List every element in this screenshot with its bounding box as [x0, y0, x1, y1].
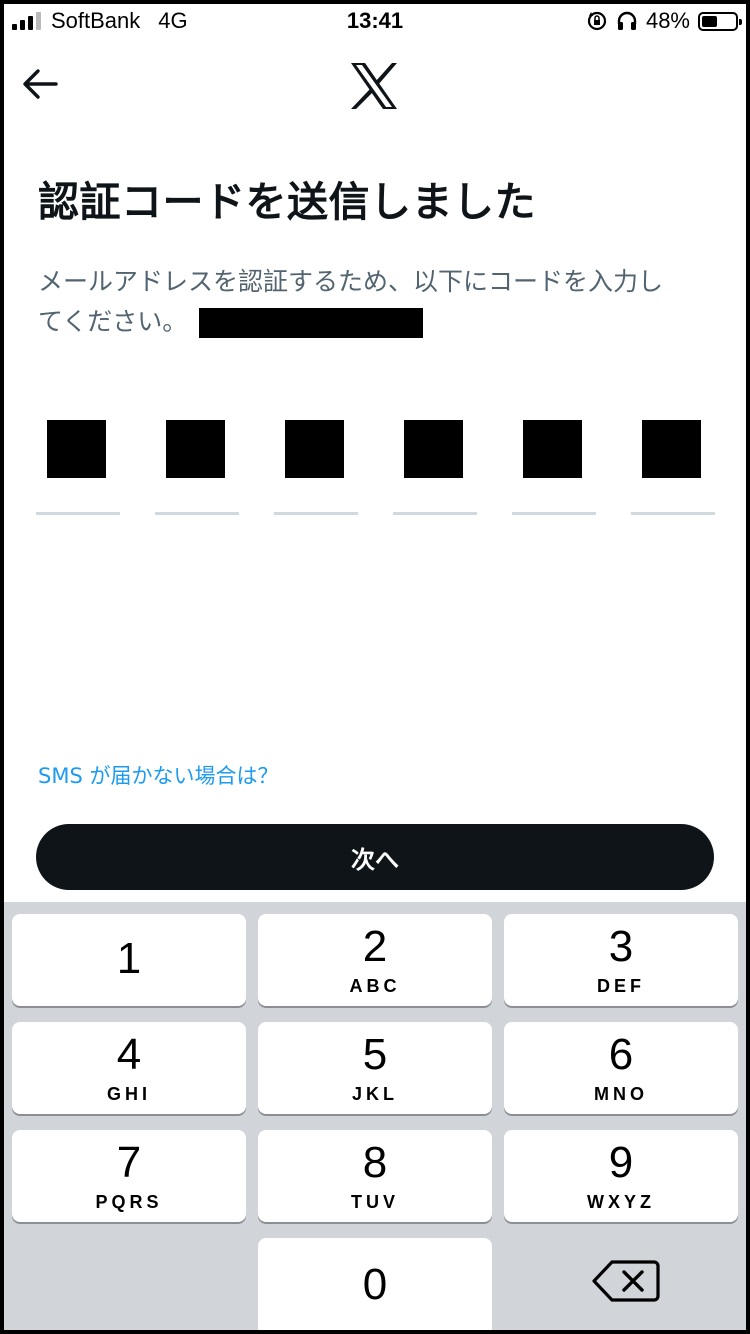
- status-right: 48%: [586, 8, 742, 34]
- code-digit-2[interactable]: [155, 418, 239, 522]
- key-digit: 5: [362, 1030, 388, 1079]
- key-letters: TUV: [351, 1192, 399, 1212]
- key-letters: MNO: [594, 1084, 648, 1104]
- key-6[interactable]: 6 MNO: [504, 1022, 738, 1114]
- key-digit: 4: [116, 1030, 142, 1079]
- digit-underline: [274, 512, 358, 515]
- key-1[interactable]: 1: [12, 914, 246, 1006]
- x-logo-icon: [351, 63, 397, 109]
- status-left: SoftBank 4G: [12, 8, 188, 34]
- code-digit-6[interactable]: [631, 418, 715, 522]
- digit-underline: [393, 512, 477, 515]
- key-digit: 0: [362, 1260, 388, 1309]
- backspace-icon[interactable]: [588, 1256, 664, 1306]
- description-line-2-wrap: てください。: [38, 302, 710, 342]
- headphones-icon: [617, 11, 637, 30]
- key-letters: ABC: [349, 976, 401, 996]
- key-0[interactable]: 0: [258, 1238, 492, 1330]
- redacted-digit: [523, 420, 582, 478]
- redacted-digit: [166, 420, 225, 478]
- network-type: 4G: [158, 8, 188, 33]
- digit-underline: [155, 512, 239, 515]
- verification-code-input[interactable]: [36, 418, 716, 522]
- key-3[interactable]: 3 DEF: [504, 914, 738, 1006]
- code-digit-1[interactable]: [36, 418, 120, 522]
- status-bar: SoftBank 4G 13:41 48%: [4, 4, 746, 40]
- digit-underline: [631, 512, 715, 515]
- description-line-2: てください。: [38, 307, 188, 336]
- key-digit: 8: [362, 1138, 388, 1187]
- header: [4, 40, 746, 130]
- back-button[interactable]: [18, 62, 62, 106]
- orientation-lock-icon: [587, 11, 607, 31]
- redacted-digit: [642, 420, 701, 478]
- redacted-digit: [285, 420, 344, 478]
- device-frame: SoftBank 4G 13:41 48% 認証コードを送信しました メールアド…: [0, 0, 750, 1334]
- key-digit: 7: [116, 1138, 142, 1187]
- redacted-email: [199, 308, 424, 338]
- digit-underline: [36, 512, 120, 515]
- code-digit-4[interactable]: [393, 418, 477, 522]
- back-arrow-icon[interactable]: [18, 62, 62, 106]
- key-digit: 6: [608, 1030, 634, 1079]
- carrier-name: SoftBank: [51, 8, 141, 33]
- key-digit: 3: [608, 922, 634, 971]
- description-line-1: メールアドレスを認証するため、以下にコードを入力し: [38, 267, 664, 296]
- description: メールアドレスを認証するため、以下にコードを入力し てください。: [38, 262, 710, 342]
- next-button[interactable]: 次へ: [36, 824, 714, 890]
- battery-percent: 48%: [645, 8, 690, 33]
- page-title: 認証コードを送信しました: [38, 178, 536, 226]
- key-letters: WXYZ: [587, 1192, 655, 1212]
- key-2[interactable]: 2 ABC: [258, 914, 492, 1006]
- signal-icon: [12, 12, 41, 30]
- redacted-digit: [47, 420, 106, 478]
- key-letters: DEF: [597, 976, 645, 996]
- sms-not-received-link[interactable]: SMS が届かない場合は？: [38, 760, 278, 790]
- battery-icon: [698, 11, 742, 31]
- key-digit: 2: [362, 922, 388, 971]
- code-digit-3[interactable]: [274, 418, 358, 522]
- key-digit: 9: [608, 1138, 634, 1187]
- key-5[interactable]: 5 JKL: [258, 1022, 492, 1114]
- key-8[interactable]: 8 TUV: [258, 1130, 492, 1222]
- key-4[interactable]: 4 GHI: [12, 1022, 246, 1114]
- battery-fill: [702, 15, 717, 27]
- digit-underline: [512, 512, 596, 515]
- code-digit-5[interactable]: [512, 418, 596, 522]
- redacted-digit: [404, 420, 463, 478]
- key-9[interactable]: 9 WXYZ: [504, 1130, 738, 1222]
- screen: SoftBank 4G 13:41 48% 認証コードを送信しました メールアド…: [4, 4, 746, 1330]
- key-7[interactable]: 7 PQRS: [12, 1130, 246, 1222]
- key-letters: PQRS: [95, 1192, 163, 1212]
- key-letters: JKL: [351, 1084, 398, 1104]
- key-digit: 1: [116, 934, 142, 983]
- key-letters: GHI: [106, 1084, 151, 1104]
